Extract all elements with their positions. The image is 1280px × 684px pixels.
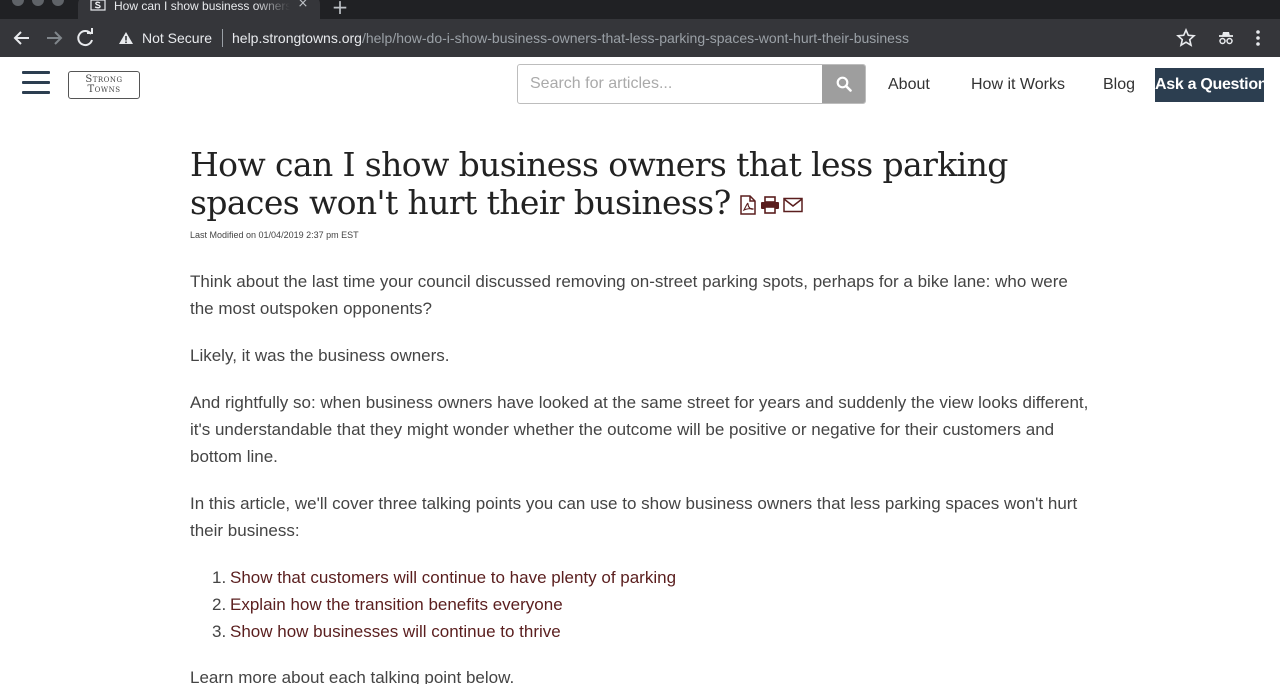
warning-triangle-icon xyxy=(119,32,133,44)
list-item[interactable]: 2. Explain how the transition benefits e… xyxy=(190,591,990,618)
search-box xyxy=(517,64,866,104)
tab-title: How can I show business owners that less… xyxy=(114,0,290,13)
article-title: How can I show business owners that less… xyxy=(190,146,1090,224)
list-item[interactable]: 1. Show that customers will continue to … xyxy=(190,564,990,591)
paragraph-talking-points: In this article, we'll cover three talki… xyxy=(190,494,1078,540)
browser-toolbar: Not Secure help.strongtowns.org/help/how… xyxy=(0,19,1280,57)
talking-point-link[interactable]: Show how businesses will continue to thr… xyxy=(230,622,561,641)
search-button[interactable] xyxy=(822,65,865,103)
nav-link-about[interactable]: About xyxy=(888,76,930,94)
email-icon[interactable] xyxy=(782,197,803,213)
pdf-icon[interactable] xyxy=(739,195,757,215)
talking-point-link[interactable]: Show that customers will continue to hav… xyxy=(230,568,676,587)
article-title-text: How can I show business owners that less… xyxy=(190,145,1008,222)
strong-towns-logo[interactable]: Strong Towns xyxy=(68,71,140,99)
address-bar[interactable]: Not Secure help.strongtowns.org/help/how… xyxy=(108,23,1208,53)
strongtowns-favicon-icon xyxy=(90,0,106,11)
paragraph-rightfully: And rightfully so: when business owners … xyxy=(190,393,1089,466)
nav-link-blog[interactable]: Blog xyxy=(1103,76,1135,94)
url-host: help.strongtowns.org xyxy=(232,30,362,46)
print-icon[interactable] xyxy=(760,196,780,214)
url-text[interactable]: help.strongtowns.org/help/how-do-i-show-… xyxy=(232,30,909,46)
reload-icon[interactable] xyxy=(74,27,98,49)
browser-tab[interactable]: How can I show business owners that less… xyxy=(78,0,320,19)
tab-close-icon[interactable]: × xyxy=(296,0,310,11)
paragraph-intro: Think about the last time your council d… xyxy=(190,272,1068,318)
article-header: How can I show business owners that less… xyxy=(190,146,1090,241)
list-item[interactable]: 3. Show how businesses will continue to … xyxy=(190,618,990,645)
not-secure-label[interactable]: Not Secure xyxy=(142,30,212,46)
nav-link-how-it-works[interactable]: How it Works xyxy=(971,76,1065,94)
paragraph-likely: Likely, it was the business owners. xyxy=(190,346,450,365)
talking-point-link[interactable]: Explain how the transition benefits ever… xyxy=(230,595,563,614)
window-close-dot[interactable] xyxy=(12,0,24,6)
last-modified-text: Last Modified on 01/04/2019 2:37 pm EST xyxy=(190,230,359,240)
forward-arrow-icon[interactable] xyxy=(42,27,66,49)
ask-a-question-button[interactable]: Ask a Question xyxy=(1155,68,1268,102)
window-zoom-dot[interactable] xyxy=(52,0,64,6)
article-actions xyxy=(739,184,806,222)
url-path: /help/how-do-i-show-business-owners-that… xyxy=(361,30,909,46)
site-header: Strong Towns About How it Works Blog Ask… xyxy=(0,57,1280,112)
search-icon xyxy=(836,76,852,92)
list-number: 1. xyxy=(212,568,227,587)
list-number: 2. xyxy=(212,595,227,614)
new-tab-button[interactable]: + xyxy=(330,0,350,17)
paragraph-closing: Learn more about each talking point belo… xyxy=(190,668,515,684)
hamburger-menu-icon[interactable] xyxy=(22,70,50,96)
back-arrow-icon[interactable] xyxy=(10,27,34,49)
bookmark-star-icon[interactable] xyxy=(1176,28,1196,48)
logo-line-2: Towns xyxy=(87,84,121,95)
window-minimize-dot[interactable] xyxy=(32,0,44,6)
list-number: 3. xyxy=(212,622,227,641)
address-separator xyxy=(222,29,223,47)
browser-menu-icon[interactable] xyxy=(1248,28,1268,48)
browser-tab-strip: How can I show business owners that less… xyxy=(0,0,1280,19)
search-input[interactable] xyxy=(518,65,822,103)
incognito-icon[interactable] xyxy=(1216,28,1236,48)
talking-points-list: 1. Show that customers will continue to … xyxy=(190,564,990,645)
